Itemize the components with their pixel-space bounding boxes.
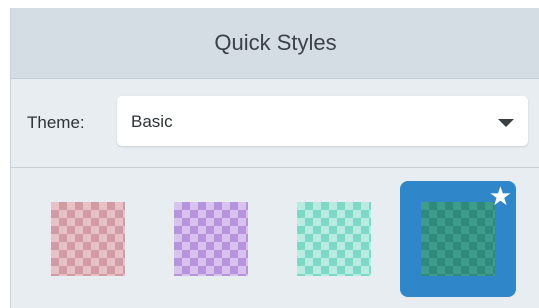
swatch-preview — [297, 202, 371, 276]
swatch-preview — [174, 202, 248, 276]
style-swatch-green-selected[interactable]: ★ — [400, 181, 516, 297]
panel-header: Quick Styles — [11, 8, 539, 79]
style-swatch-pink[interactable] — [30, 181, 146, 297]
quick-styles-panel: Quick Styles Theme: Basic ★ — [10, 8, 539, 308]
theme-dropdown[interactable]: Basic — [117, 96, 528, 146]
swatch-preview — [421, 202, 495, 276]
style-swatch-purple[interactable] — [153, 181, 269, 297]
swatch-preview — [51, 202, 125, 276]
theme-label: Theme: — [27, 113, 85, 132]
chevron-down-icon — [498, 119, 514, 127]
panel-title: Quick Styles — [214, 30, 337, 55]
star-icon[interactable]: ★ — [489, 181, 512, 211]
theme-row: Theme: Basic — [11, 79, 539, 168]
style-swatch-grid: ★ — [11, 168, 539, 308]
theme-selected-value: Basic — [131, 112, 173, 131]
style-swatch-teal[interactable] — [276, 181, 392, 297]
